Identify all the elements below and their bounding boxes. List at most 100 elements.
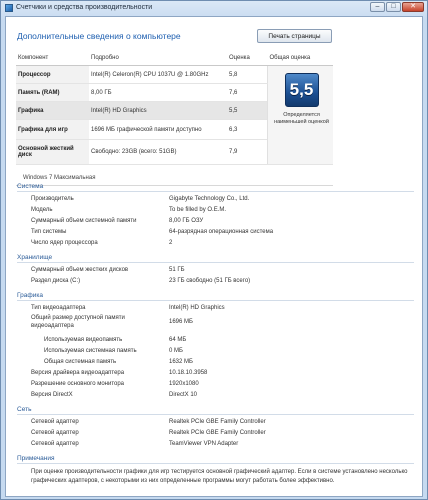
prop-value: 1632 МБ bbox=[169, 359, 193, 365]
prop-value: Realtek PCIe GBE Family Controller bbox=[169, 430, 266, 436]
prop-row: Суммарный объем системной памяти 8,00 ГБ … bbox=[6, 218, 422, 228]
prop-value: Realtek PCIe GBE Family Controller bbox=[169, 419, 266, 425]
section-divider bbox=[17, 262, 414, 263]
window-title: Счетчики и средства производительности bbox=[16, 4, 153, 11]
component-details: 8,00 ГБ bbox=[89, 83, 227, 102]
component-name: Графика bbox=[16, 101, 89, 120]
content-pane: Дополнительные сведения о компьютере Печ… bbox=[5, 16, 423, 497]
section-notes-title: Примечания bbox=[17, 455, 55, 462]
prop-row: Производитель Gigabyte Technology Co., Lt… bbox=[6, 196, 422, 206]
prop-value: 64-разрядная операционная система bbox=[169, 229, 274, 235]
prop-row: Сетевой адаптер Realtek PCIe GBE Family C… bbox=[6, 419, 422, 429]
prop-value: 1920x1080 bbox=[169, 381, 199, 387]
prop-row: Используемая видеопамять 64 МБ bbox=[6, 337, 422, 347]
base-score-cell: 5,5 Определяется наименьшей оценкой bbox=[267, 65, 333, 165]
prop-label: Производитель bbox=[31, 196, 74, 202]
prop-row: Используемая системная память 0 МБ bbox=[6, 348, 422, 358]
prop-row: Версия DirectX DirectX 10 bbox=[6, 392, 422, 402]
prop-value: To be filled by O.E.M. bbox=[169, 207, 227, 213]
prop-label: Общий размер доступной памяти видеоадапт… bbox=[31, 315, 125, 329]
header-base-score: Общая оценка bbox=[267, 51, 333, 66]
header-score: Оценка bbox=[227, 51, 268, 66]
print-page-button[interactable]: Печать страницы bbox=[257, 29, 332, 43]
prop-label: Версия DirectX bbox=[31, 392, 73, 398]
prop-value: 2 bbox=[169, 240, 173, 246]
component-details: Intel(R) HD Graphics bbox=[89, 101, 227, 120]
section-graphics-title: Графика bbox=[17, 292, 43, 299]
prop-row: Тип системы 64-разрядная операционная сис… bbox=[6, 229, 422, 239]
component-score: 7,6 bbox=[227, 83, 268, 102]
prop-label: Суммарный объем системной памяти bbox=[31, 218, 137, 224]
prop-value: Intel(R) HD Graphics bbox=[169, 305, 225, 311]
prop-value: 8,00 ГБ ОЗУ bbox=[169, 218, 204, 224]
component-details: Свободно: 23GB (всего: 51GB) bbox=[89, 139, 227, 165]
prop-row: Разрешение основного монитора 1920x1080 bbox=[6, 381, 422, 391]
minimize-button[interactable]: – bbox=[370, 2, 385, 12]
prop-row: Сетевой адаптер Realtek PCIe GBE Family C… bbox=[6, 430, 422, 440]
prop-value: 10.18.10.3958 bbox=[169, 370, 208, 376]
prop-label: Сетевой адаптер bbox=[31, 441, 79, 447]
prop-label: Используемая видеопамять bbox=[44, 337, 123, 343]
prop-label: Число ядер процессора bbox=[31, 240, 98, 246]
section-divider bbox=[17, 300, 414, 301]
component-details: 1696 МБ графической памяти доступно bbox=[89, 119, 227, 140]
page-title: Дополнительные сведения о компьютере bbox=[17, 31, 181, 41]
prop-label: Суммарный объем жестких дисков bbox=[31, 267, 129, 273]
component-score: 6,3 bbox=[227, 119, 268, 140]
component-score: 5,5 bbox=[227, 101, 268, 120]
prop-label: Общая системная память bbox=[44, 359, 117, 365]
performance-app-icon bbox=[5, 4, 13, 12]
component-score: 7,9 bbox=[227, 139, 268, 165]
component-name: Графика для игр bbox=[16, 119, 89, 140]
os-edition: Windows 7 Максимальная bbox=[23, 175, 96, 181]
score-row-cpu: Процессор Intel(R) Celeron(R) CPU 1037U … bbox=[16, 65, 333, 165]
prop-row: Раздел диска (C:) 23 ГБ свободно (51 ГБ в… bbox=[6, 278, 422, 288]
section-divider bbox=[17, 414, 414, 415]
prop-row: Сетевой адаптер TeamViewer VPN Adapter bbox=[6, 441, 422, 451]
score-table: Компонент Подробно Оценка Общая оценка П… bbox=[16, 51, 333, 165]
prop-label: Тип системы bbox=[31, 229, 67, 235]
close-button[interactable]: ✕ bbox=[402, 2, 424, 12]
section-network-title: Сеть bbox=[17, 406, 32, 413]
base-score-badge: 5,5 bbox=[284, 73, 319, 107]
prop-value: DirectX 10 bbox=[169, 392, 198, 398]
prop-row: Суммарный объем жестких дисков 51 ГБ bbox=[6, 267, 422, 277]
prop-value: 64 МБ bbox=[169, 337, 187, 343]
component-details: Intel(R) Celeron(R) CPU 1037U @ 1.80GHz bbox=[89, 65, 227, 84]
prop-label: Версия драйвера видеоадаптера bbox=[31, 370, 125, 376]
prop-row: Общий размер доступной памяти видеоадапт… bbox=[6, 315, 422, 333]
section-storage-title: Хранилище bbox=[17, 254, 53, 261]
window-controls: – □ ✕ bbox=[370, 2, 424, 12]
prop-value: TeamViewer VPN Adapter bbox=[169, 441, 239, 447]
header-details: Подробно bbox=[89, 51, 227, 66]
prop-value: Gigabyte Technology Co., Ltd. bbox=[169, 196, 250, 202]
title-bar[interactable]: Счетчики и средства производительности –… bbox=[1, 1, 427, 15]
component-score: 5,8 bbox=[227, 65, 268, 84]
component-name: Основной жесткий диск bbox=[16, 139, 89, 165]
prop-label: Сетевой адаптер bbox=[31, 419, 79, 425]
prop-label: Раздел диска (C:) bbox=[31, 278, 81, 284]
section-divider bbox=[17, 463, 414, 464]
os-edition-row: Windows 7 Максимальная bbox=[16, 172, 333, 186]
maximize-button[interactable]: □ bbox=[386, 2, 401, 12]
app-window: Счетчики и средства производительности –… bbox=[0, 0, 428, 500]
prop-value: 1696 МБ bbox=[169, 319, 193, 325]
prop-label: Используемая системная память bbox=[44, 348, 137, 354]
prop-value: 0 МБ bbox=[169, 348, 183, 354]
prop-label: Модель bbox=[31, 207, 53, 213]
prop-value: 51 ГБ bbox=[169, 267, 185, 273]
prop-label: Тип видеоадаптера bbox=[31, 305, 86, 311]
notes-text: При оценке производительности графики дл… bbox=[31, 469, 408, 484]
prop-row: Число ядер процессора 2 bbox=[6, 240, 422, 250]
prop-label: Разрешение основного монитора bbox=[31, 381, 125, 387]
prop-row: Тип видеоадаптера Intel(R) HD Graphics bbox=[6, 305, 422, 315]
section-divider bbox=[17, 191, 414, 192]
prop-row: Версия драйвера видеоадаптера 10.18.10.39… bbox=[6, 370, 422, 380]
base-score-note: Определяется наименьшей оценкой bbox=[274, 112, 329, 125]
prop-value: 23 ГБ свободно (51 ГБ всего) bbox=[169, 278, 251, 284]
prop-row: Общая системная память 1632 МБ bbox=[6, 359, 422, 369]
score-table-header: Компонент Подробно Оценка Общая оценка bbox=[16, 51, 333, 66]
header-component: Компонент bbox=[16, 51, 89, 66]
component-name: Память (RAM) bbox=[16, 83, 89, 102]
component-name: Процессор bbox=[16, 65, 89, 84]
